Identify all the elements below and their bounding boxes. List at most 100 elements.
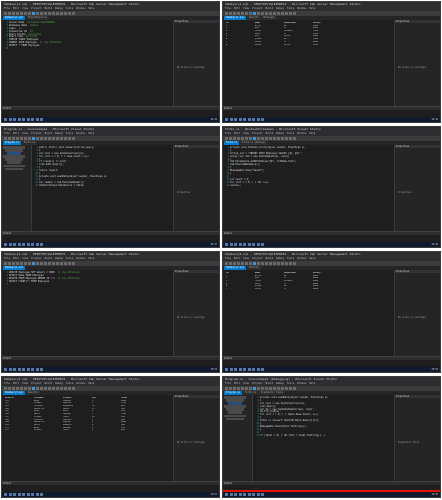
toolbar-button-icon[interactable] <box>257 387 260 390</box>
taskbar-app-icon[interactable] <box>35 493 39 496</box>
toolbar-button-icon[interactable] <box>68 137 71 140</box>
taskbar-app-icon[interactable] <box>26 493 30 496</box>
toolbar-button-icon[interactable] <box>257 137 260 140</box>
toolbar-button-icon[interactable] <box>293 262 296 265</box>
toolbar-button-icon[interactable] <box>241 387 244 390</box>
taskbar-app-icon[interactable] <box>261 243 264 246</box>
execute-icon[interactable] <box>253 387 256 390</box>
toolbar-button-icon[interactable] <box>36 137 39 140</box>
toolbar-button-icon[interactable] <box>257 12 260 15</box>
toolbar-button-icon[interactable] <box>285 262 288 265</box>
table-cell[interactable]: Chair <box>63 429 91 432</box>
taskbar-app-icon[interactable] <box>8 493 12 496</box>
taskbar-app-icon[interactable] <box>225 243 228 246</box>
taskbar-app-icon[interactable] <box>225 118 228 121</box>
toolbar-button-icon[interactable] <box>273 12 276 15</box>
toolbar-button-icon[interactable] <box>269 137 272 140</box>
toolbar-button-icon[interactable] <box>245 262 248 265</box>
taskbar-app-icon[interactable] <box>17 243 21 246</box>
toolbar-button-icon[interactable] <box>24 262 27 265</box>
toolbar-button-icon[interactable] <box>233 137 236 140</box>
taskbar-app-icon[interactable] <box>247 493 251 496</box>
toolbar-button-icon[interactable] <box>261 387 264 390</box>
toolbar-button-icon[interactable] <box>8 387 11 390</box>
toolbar-button-icon[interactable] <box>44 137 47 140</box>
toolbar-button-icon[interactable] <box>52 137 55 140</box>
table-cell[interactable]: 8 <box>226 44 254 47</box>
toolbar-button-icon[interactable] <box>56 12 59 15</box>
taskbar-app-icon[interactable] <box>225 368 228 371</box>
taskbar-app-icon[interactable] <box>13 118 16 121</box>
toolbar-button-icon[interactable] <box>60 387 63 390</box>
toolbar-button-icon[interactable] <box>40 262 43 265</box>
taskbar-app-icon[interactable] <box>17 118 21 121</box>
taskbar-app-icon[interactable] <box>26 118 30 121</box>
table-cell[interactable]: Sales <box>284 44 312 47</box>
toolbar-button-icon[interactable] <box>241 137 244 140</box>
toolbar-button-icon[interactable] <box>64 262 67 265</box>
toolbar-button-icon[interactable] <box>249 387 252 390</box>
toolbar-button-icon[interactable] <box>265 262 268 265</box>
table-cell[interactable]: IT <box>284 288 312 291</box>
toolbar-button-icon[interactable] <box>245 12 248 15</box>
toolbar-button-icon[interactable] <box>8 262 11 265</box>
toolbar-button-icon[interactable] <box>237 12 240 15</box>
table-cell[interactable]: 5100 <box>313 44 341 47</box>
toolbar-button-icon[interactable] <box>281 12 284 15</box>
toolbar-button-icon[interactable] <box>237 137 240 140</box>
taskbar-app-icon[interactable] <box>229 118 233 121</box>
taskbar-app-icon[interactable] <box>234 118 237 121</box>
taskbar-app-icon[interactable] <box>247 118 251 121</box>
toolbar-button-icon[interactable] <box>56 137 59 140</box>
execute-icon[interactable] <box>253 262 256 265</box>
toolbar-button-icon[interactable] <box>257 262 260 265</box>
toolbar-button-icon[interactable] <box>40 387 43 390</box>
toolbar-button-icon[interactable] <box>24 12 27 15</box>
taskbar-app-icon[interactable] <box>256 118 260 121</box>
toolbar-button-icon[interactable] <box>265 137 268 140</box>
toolbar-button-icon[interactable] <box>48 12 51 15</box>
toolbar-button-icon[interactable] <box>225 12 228 15</box>
toolbar-button-icon[interactable] <box>60 137 63 140</box>
toolbar-button-icon[interactable] <box>52 12 55 15</box>
toolbar-button-icon[interactable] <box>64 387 67 390</box>
taskbar-app-icon[interactable] <box>40 493 43 496</box>
taskbar-app-icon[interactable] <box>22 493 25 496</box>
taskbar-app-icon[interactable] <box>40 118 43 121</box>
toolbar-button-icon[interactable] <box>4 387 7 390</box>
taskbar-app-icon[interactable] <box>247 243 251 246</box>
toolbar-button-icon[interactable] <box>277 12 280 15</box>
toolbar-button-icon[interactable] <box>261 262 264 265</box>
toolbar-button-icon[interactable] <box>12 12 15 15</box>
toolbar-button-icon[interactable] <box>289 387 292 390</box>
toolbar-button-icon[interactable] <box>289 262 292 265</box>
code-editor[interactable]: 1 UPDATE Employee SET Salary = 6000 (1 row… <box>2 270 173 356</box>
toolbar-button-icon[interactable] <box>40 137 43 140</box>
toolbar-button-icon[interactable] <box>68 387 71 390</box>
toolbar-button-icon[interactable] <box>277 387 280 390</box>
taskbar-app-icon[interactable] <box>13 493 16 496</box>
toolbar-button-icon[interactable] <box>56 262 59 265</box>
table-cell[interactable]: Heidi <box>255 44 283 47</box>
toolbar-button-icon[interactable] <box>16 12 19 15</box>
toolbar-button-icon[interactable] <box>20 137 23 140</box>
table-cell[interactable]: 2 <box>92 429 120 432</box>
code-editor[interactable]: 1 Server Name localhost\SQLEXPRESS 2 Databas… <box>2 20 173 106</box>
execute-icon[interactable] <box>253 12 256 15</box>
taskbar-app-icon[interactable] <box>22 243 25 246</box>
toolbar-button-icon[interactable] <box>16 262 19 265</box>
taskbar-app-icon[interactable] <box>31 243 34 246</box>
toolbar-button-icon[interactable] <box>28 387 31 390</box>
taskbar-app-icon[interactable] <box>22 368 25 371</box>
toolbar-button-icon[interactable] <box>72 262 75 265</box>
toolbar-button-icon[interactable] <box>72 12 75 15</box>
toolbar-button-icon[interactable] <box>289 137 292 140</box>
toolbar-button-icon[interactable] <box>281 262 284 265</box>
taskbar-app-icon[interactable] <box>261 368 264 371</box>
toolbar-button-icon[interactable] <box>12 262 15 265</box>
toolbar-button-icon[interactable] <box>4 12 7 15</box>
toolbar-button-icon[interactable] <box>12 387 15 390</box>
toolbar-button-icon[interactable] <box>265 12 268 15</box>
code-editor[interactable]: 1 public static void Connect(string query… <box>32 145 173 231</box>
taskbar-app-icon[interactable] <box>234 243 237 246</box>
